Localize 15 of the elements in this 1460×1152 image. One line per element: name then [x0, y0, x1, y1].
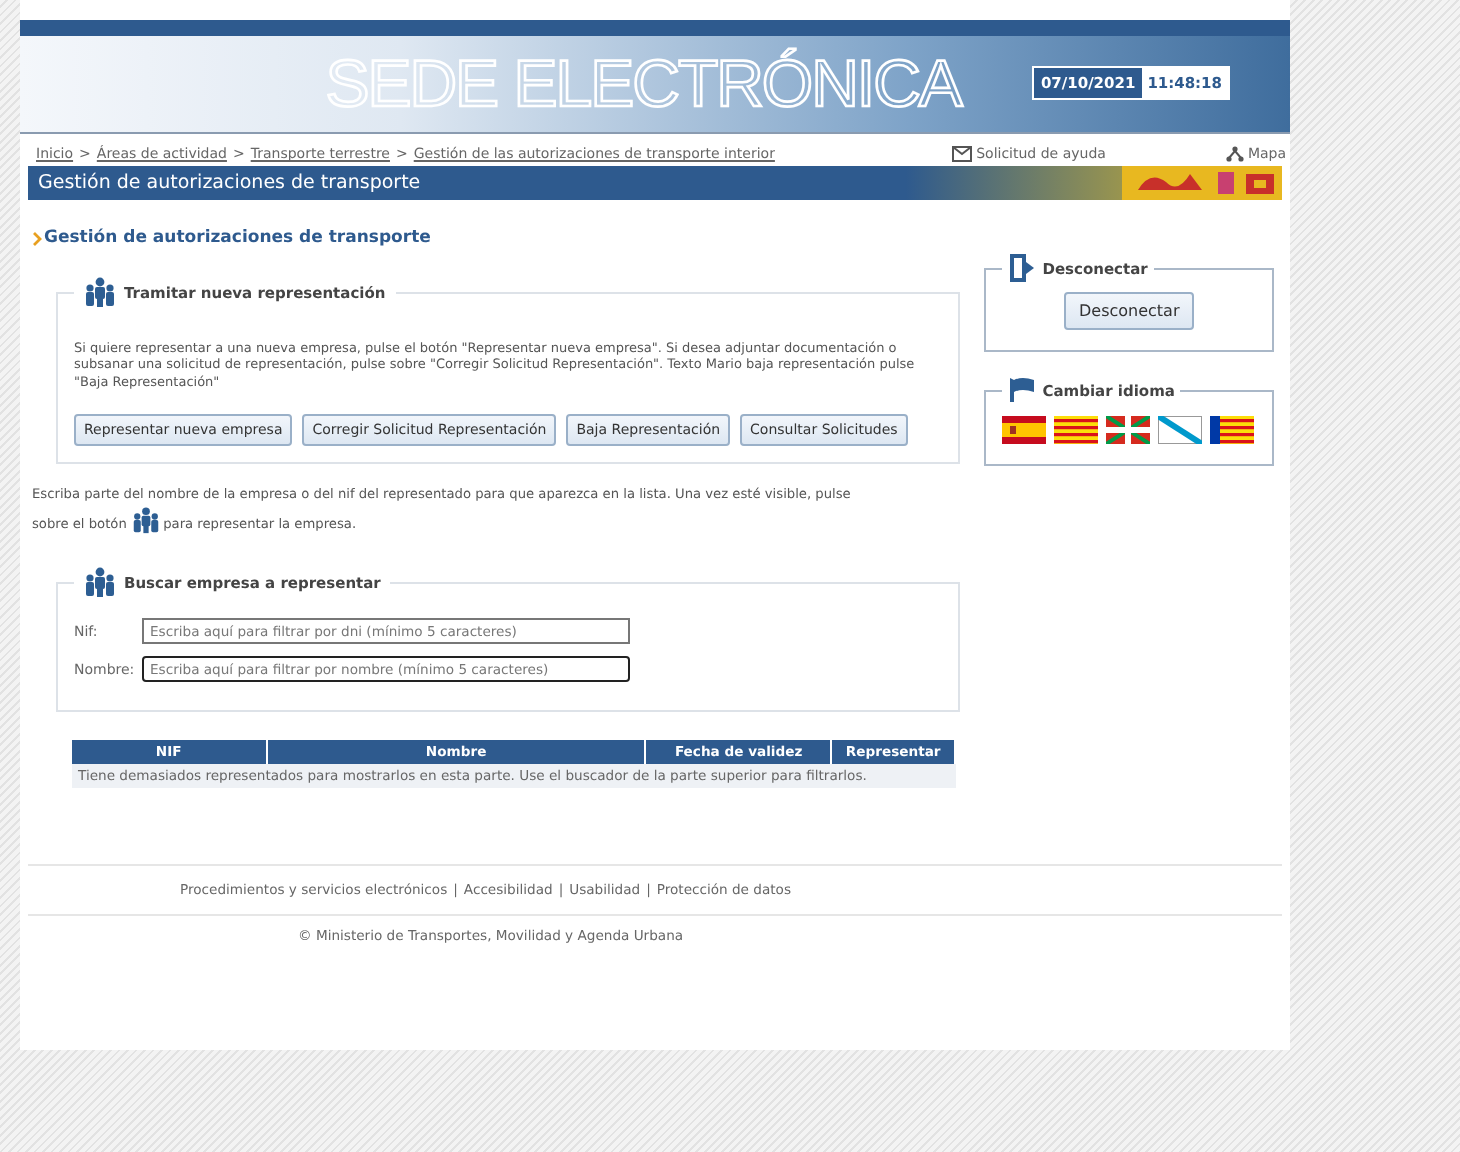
chevron-icon	[32, 231, 42, 245]
section-title: Gestión de autorizaciones de transporte	[36, 172, 421, 194]
sitemap-icon	[1225, 146, 1244, 162]
people-icon	[131, 505, 159, 534]
people-icon	[84, 566, 116, 599]
people-icon	[84, 276, 116, 308]
door-icon	[1008, 252, 1037, 284]
disconnect-button[interactable]: Desconectar	[1064, 292, 1194, 330]
envelope-icon	[952, 146, 973, 162]
page-heading: Gestión de autorizaciones de transporte	[44, 228, 431, 248]
language-flag[interactable]	[1002, 416, 1047, 444]
flag-icon	[1008, 376, 1037, 404]
language-flag[interactable]	[1210, 416, 1255, 444]
language-flag[interactable]	[1106, 416, 1151, 444]
language-flag[interactable]	[1054, 416, 1099, 444]
